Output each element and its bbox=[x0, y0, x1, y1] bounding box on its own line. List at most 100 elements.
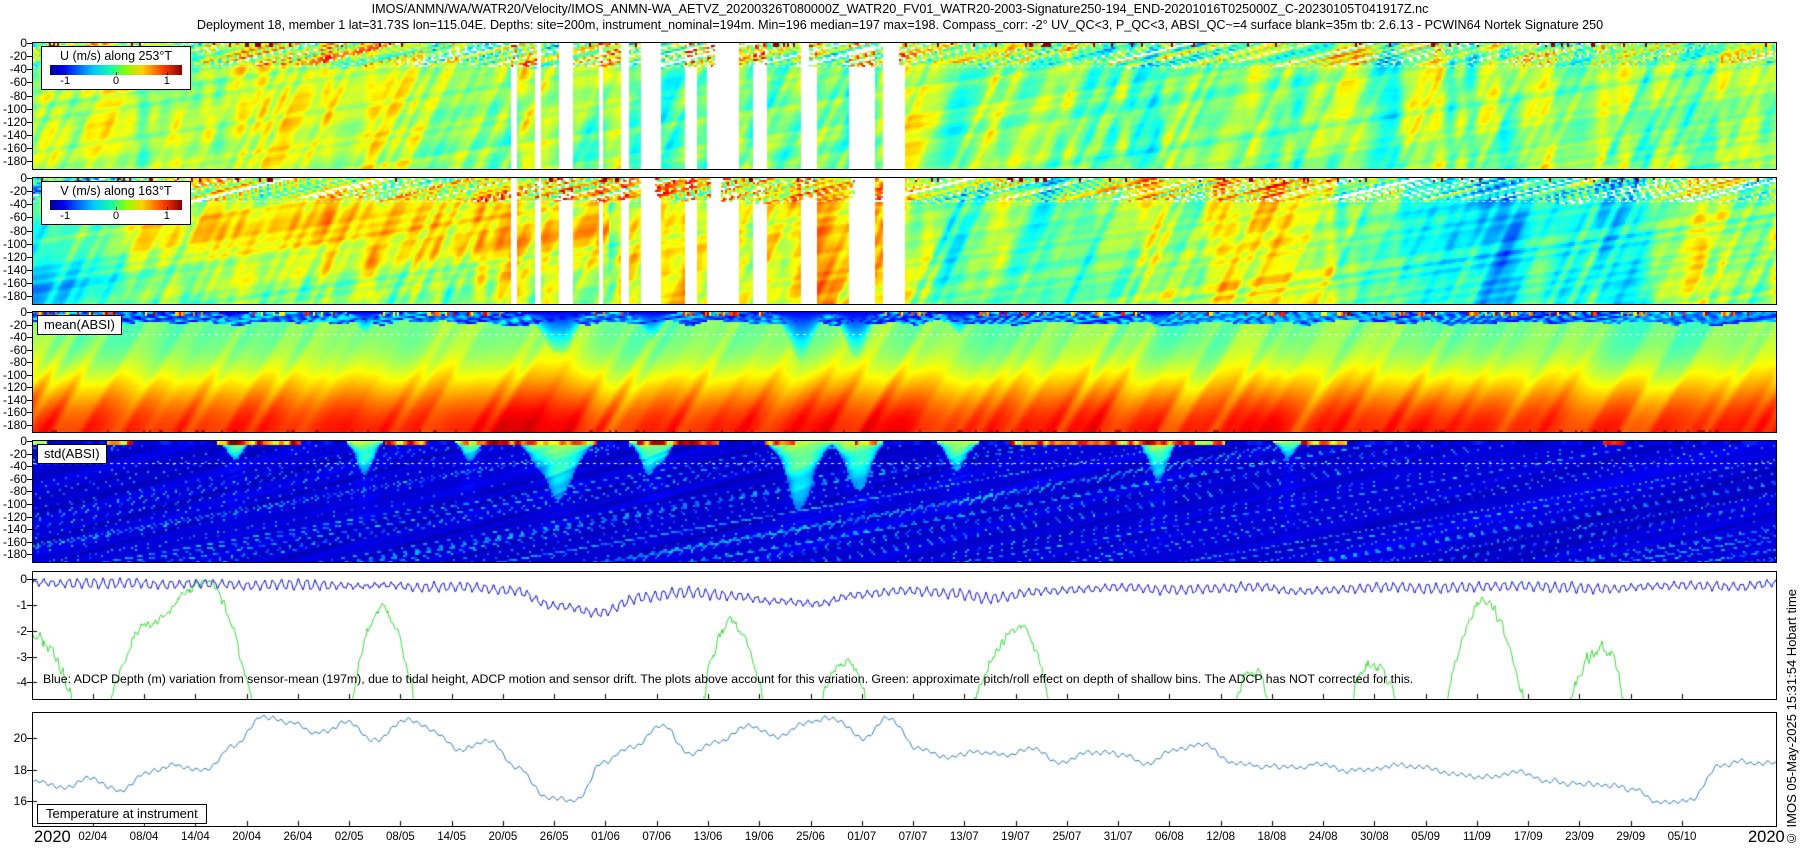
y-tick-mark bbox=[27, 454, 32, 455]
y-tick-mark bbox=[27, 387, 32, 388]
x-tick-label: 08/04 bbox=[130, 831, 159, 843]
y-tick-mark bbox=[27, 69, 32, 70]
x-tick-label: 18/08 bbox=[1258, 831, 1287, 843]
y-tick-label: -2 bbox=[0, 625, 27, 637]
x-tick-label: 11/09 bbox=[1463, 831, 1491, 843]
v-colorbar-legend: V (m/s) along 163°T -1 0 1 bbox=[41, 181, 191, 225]
mean-absi-label: mean(ABSI) bbox=[37, 315, 122, 335]
y-tick-mark bbox=[27, 579, 32, 580]
panel-u-velocity: U (m/s) along 253°T -1 0 1 bbox=[32, 42, 1777, 170]
y-tick-mark bbox=[27, 43, 32, 44]
y-tick-mark bbox=[27, 529, 32, 530]
x-axis-year-right: 2020 bbox=[1748, 828, 1785, 847]
y-tick-label: -100 bbox=[0, 369, 27, 381]
y-tick-label: -120 bbox=[0, 511, 27, 523]
y-tick-mark bbox=[27, 312, 32, 313]
x-tick-label: 12/08 bbox=[1206, 831, 1235, 843]
y-tick-label: -120 bbox=[0, 251, 27, 263]
y-tick-label: -60 bbox=[0, 473, 27, 485]
y-tick-mark bbox=[27, 82, 32, 83]
colorbar-tick-label: 0 bbox=[113, 75, 119, 87]
panel-temperature: Temperature at instrument bbox=[32, 712, 1777, 827]
y-tick-mark bbox=[27, 283, 32, 284]
y-tick-label: -160 bbox=[0, 277, 27, 289]
y-tick-label: -80 bbox=[0, 485, 27, 497]
y-tick-mark bbox=[27, 325, 32, 326]
colorbar-tick-label: 0 bbox=[113, 210, 119, 222]
y-tick-mark bbox=[27, 178, 32, 179]
x-tick-label: 14/04 bbox=[181, 831, 210, 843]
temperature-line bbox=[33, 713, 1776, 826]
y-tick-label: -60 bbox=[0, 211, 27, 223]
y-tick-label: -180 bbox=[0, 290, 27, 302]
x-tick-label: 06/08 bbox=[1155, 831, 1184, 843]
y-tick-label: -180 bbox=[0, 155, 27, 167]
y-tick-mark bbox=[27, 425, 32, 426]
y-tick-mark bbox=[27, 217, 32, 218]
x-tick-label: 08/05 bbox=[386, 831, 415, 843]
y-tick-mark bbox=[27, 362, 32, 363]
u-velocity-heatmap bbox=[33, 43, 1776, 169]
y-tick-label: 0 bbox=[0, 306, 27, 318]
y-tick-label: -60 bbox=[0, 76, 27, 88]
x-tick-label: 01/07 bbox=[847, 831, 876, 843]
x-tick-label: 13/06 bbox=[694, 831, 723, 843]
y-tick-label: -80 bbox=[0, 225, 27, 237]
temperature-label: Temperature at instrument bbox=[37, 804, 207, 824]
x-tick-label: 25/06 bbox=[796, 831, 825, 843]
x-tick-label: 13/07 bbox=[950, 831, 979, 843]
x-tick-label: 19/06 bbox=[745, 831, 774, 843]
y-tick-label: -100 bbox=[0, 498, 27, 510]
y-tick-mark bbox=[27, 517, 32, 518]
file-title: IMOS/ANMN/WA/WATR20/Velocity/IMOS_ANMN-W… bbox=[0, 2, 1800, 16]
y-tick-label: -80 bbox=[0, 90, 27, 102]
y-tick-mark bbox=[27, 554, 32, 555]
y-tick-label: -100 bbox=[0, 103, 27, 115]
y-tick-mark bbox=[27, 738, 32, 739]
y-tick-label: -20 bbox=[0, 185, 27, 197]
v-legend-title: V (m/s) along 163°T bbox=[42, 183, 190, 199]
y-tick-label: -4 bbox=[0, 676, 27, 688]
y-tick-mark bbox=[27, 135, 32, 136]
v-velocity-heatmap bbox=[33, 178, 1776, 304]
y-tick-mark bbox=[27, 109, 32, 110]
y-tick-label: -3 bbox=[0, 651, 27, 663]
y-tick-mark bbox=[27, 204, 32, 205]
y-tick-mark bbox=[27, 191, 32, 192]
x-tick-label: 20/04 bbox=[232, 831, 261, 843]
y-tick-label: -20 bbox=[0, 319, 27, 331]
imos-watermark: © IMOS 05-May-2025 15:31:54 Hobart time bbox=[1784, 589, 1799, 846]
y-tick-label: -40 bbox=[0, 198, 27, 210]
u-colorbar-legend: U (m/s) along 253°T -1 0 1 bbox=[41, 46, 191, 90]
y-tick-mark bbox=[27, 479, 32, 480]
y-tick-mark bbox=[27, 96, 32, 97]
depth-variation-annotation: Blue: ADCP Depth (m) variation from sens… bbox=[43, 672, 1413, 686]
y-tick-label: -180 bbox=[0, 419, 27, 431]
y-tick-label: 0 bbox=[0, 435, 27, 447]
y-tick-mark bbox=[27, 231, 32, 232]
deployment-subtitle: Deployment 18, member 1 lat=31.73S lon=1… bbox=[0, 18, 1800, 32]
y-tick-mark bbox=[27, 682, 32, 683]
std-absi-heatmap bbox=[33, 441, 1776, 562]
y-tick-mark bbox=[27, 504, 32, 505]
y-tick-label: -180 bbox=[0, 548, 27, 560]
y-tick-label: -100 bbox=[0, 238, 27, 250]
adcp-deployment-report: IMOS/ANMN/WA/WATR20/Velocity/IMOS_ANMN-W… bbox=[0, 0, 1800, 850]
y-tick-label: -140 bbox=[0, 394, 27, 406]
y-tick-mark bbox=[27, 412, 32, 413]
y-tick-label: 0 bbox=[0, 172, 27, 184]
y-tick-label: 16 bbox=[0, 795, 27, 807]
y-tick-label: -160 bbox=[0, 406, 27, 418]
x-tick-label: 26/05 bbox=[540, 831, 569, 843]
panel-mean-absi: mean(ABSI) bbox=[32, 311, 1777, 433]
y-tick-label: -140 bbox=[0, 523, 27, 535]
y-tick-label: -80 bbox=[0, 356, 27, 368]
x-tick-label: 24/08 bbox=[1309, 831, 1338, 843]
y-tick-mark bbox=[27, 631, 32, 632]
y-tick-mark bbox=[27, 244, 32, 245]
x-tick-label: 07/07 bbox=[899, 831, 928, 843]
y-tick-mark bbox=[27, 296, 32, 297]
y-tick-mark bbox=[27, 441, 32, 442]
y-tick-mark bbox=[27, 801, 32, 802]
y-tick-label: 0 bbox=[0, 37, 27, 49]
